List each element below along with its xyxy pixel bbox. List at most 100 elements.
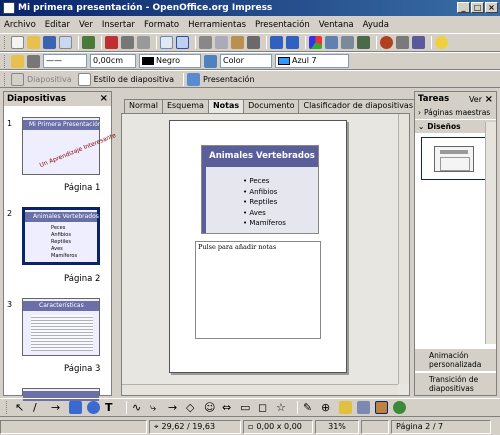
size-readout: ▫ 0,00 x 0,00 — [243, 419, 313, 434]
slide-title: Animales Vertebrados — [209, 151, 315, 161]
points-icon[interactable]: ✎ — [303, 401, 316, 414]
section-slide-transition[interactable]: Transición de diapositivas — [415, 372, 496, 395]
slide-design-button[interactable]: Estilo de diapositiva — [94, 75, 174, 84]
fill-color-select[interactable]: Azul 7 — [275, 54, 349, 68]
show-draw-functions-icon[interactable] — [341, 36, 354, 49]
section-layouts[interactable]: ⌄ Diseños — [415, 120, 496, 134]
copy-icon[interactable] — [215, 36, 228, 49]
block-arrows-icon[interactable]: ⇔ — [222, 401, 235, 414]
vertical-scrollbar[interactable] — [398, 114, 409, 384]
from-file-icon[interactable] — [357, 401, 370, 414]
flowchart-icon[interactable]: ▭ — [240, 401, 253, 414]
minimize-button[interactable]: _ — [457, 2, 470, 13]
navigator-icon[interactable] — [357, 36, 370, 49]
menu-editar[interactable]: Editar — [45, 20, 70, 30]
export-pdf-icon[interactable] — [105, 36, 118, 49]
close-icon[interactable]: × — [100, 93, 108, 104]
cut-icon[interactable] — [199, 36, 212, 49]
connector-icon[interactable]: ⤷ — [150, 401, 163, 414]
ellipse-icon[interactable] — [87, 401, 100, 414]
menu-ver[interactable]: Ver — [79, 20, 93, 30]
slide-preview[interactable]: Animales Vertebrados Peces Anfibios Rept… — [201, 145, 319, 234]
print-preview-icon[interactable] — [137, 36, 150, 49]
lines-arrows-icon[interactable]: → — [168, 401, 181, 414]
area-fill-icon[interactable] — [204, 54, 217, 68]
rectangle-icon[interactable] — [69, 401, 82, 414]
line-color-select[interactable]: Negro — [139, 54, 201, 68]
slide-thumbnail-3[interactable]: Características — [22, 298, 100, 356]
edit-file-icon[interactable] — [82, 36, 95, 49]
slide-thumbnail-2[interactable]: Animales Vertebrados Peces Anfibios Rept… — [22, 207, 100, 265]
tasks-scrollbar[interactable] — [485, 122, 496, 344]
slide-button[interactable]: Diapositiva — [27, 75, 72, 84]
chart-icon[interactable] — [309, 36, 322, 49]
slide-icon — [11, 72, 24, 86]
gallery-icon[interactable] — [396, 36, 409, 49]
print-icon[interactable] — [121, 36, 134, 49]
select-arrow-icon[interactable]: ↖ — [15, 401, 28, 414]
menu-ventana[interactable]: Ventana — [319, 20, 354, 30]
arrow-style-icon[interactable] — [27, 54, 40, 68]
open-folder-icon[interactable] — [27, 36, 40, 49]
menu-archivo[interactable]: Archivo — [4, 20, 36, 30]
fill-type-select[interactable]: Color — [220, 54, 272, 68]
line-style-select[interactable]: —— — [43, 54, 87, 68]
line-icon[interactable]: / — [33, 401, 46, 414]
curve-icon[interactable]: ∿ — [132, 401, 145, 414]
save-icon[interactable] — [43, 36, 56, 49]
view-menu[interactable]: Ver — [469, 95, 482, 104]
spellcheck-icon[interactable] — [160, 36, 173, 49]
presentation-button[interactable]: Presentación — [203, 75, 255, 84]
redo-icon[interactable] — [286, 36, 299, 49]
undo-icon[interactable] — [270, 36, 283, 49]
tab-normal[interactable]: Normal — [124, 99, 163, 113]
table-icon[interactable] — [325, 36, 338, 49]
close-button[interactable]: × — [485, 2, 498, 13]
layout-thumbnail[interactable] — [421, 137, 490, 180]
autospellcheck-icon[interactable] — [176, 36, 189, 49]
menu-insertar[interactable]: Insertar — [102, 20, 135, 30]
menu-presentacion[interactable]: Presentación — [255, 20, 310, 30]
slide-thumbnail-4[interactable] — [22, 388, 100, 401]
menu-ayuda[interactable]: Ayuda — [363, 20, 389, 30]
position-readout: ⌖ 29,62 / 19,63 — [149, 419, 241, 434]
zoom-readout[interactable]: 31% — [315, 419, 359, 434]
extrusion-icon[interactable] — [393, 401, 406, 414]
callouts-icon[interactable]: ◻ — [258, 401, 271, 414]
symbol-shapes-icon[interactable]: ☺ — [204, 401, 217, 414]
section-master-pages[interactable]: › Páginas maestras — [415, 106, 496, 120]
slide-bullets: Peces Anfibios Reptiles Aves Mamíferos — [243, 176, 286, 229]
gallery-toggle-icon[interactable] — [375, 401, 388, 414]
format-paintbrush-icon[interactable] — [247, 36, 260, 49]
presentation-icon — [187, 72, 201, 86]
maximize-button[interactable]: □ — [471, 2, 484, 13]
tab-documento[interactable]: Documento — [243, 99, 300, 113]
standard-toolbar — [0, 33, 500, 52]
new-document-icon[interactable] — [11, 36, 24, 49]
help-icon[interactable] — [435, 36, 448, 49]
slides-panel-header: Diapositivas × — [4, 92, 111, 106]
line-style-icon[interactable] — [11, 54, 24, 68]
text-icon[interactable]: T — [105, 401, 118, 414]
zoom-icon[interactable] — [412, 36, 425, 49]
notes-field[interactable]: Pulse para añadir notas — [195, 241, 321, 339]
tab-notas[interactable]: Notas — [207, 99, 245, 114]
arrow-line-icon[interactable]: → — [51, 401, 64, 414]
paste-icon[interactable] — [231, 36, 244, 49]
glue-points-icon[interactable]: ⊕ — [321, 401, 334, 414]
menu-herramientas[interactable]: Herramientas — [188, 20, 246, 30]
tab-clasificador[interactable]: Clasificador de diapositivas — [298, 99, 419, 113]
fontwork-icon[interactable] — [339, 401, 352, 414]
hyperlink-icon[interactable] — [380, 36, 393, 49]
slide-thumbnail-1[interactable]: Mi Primera Presentación Un Aprendizaje I… — [22, 117, 117, 175]
email-icon[interactable] — [59, 36, 72, 49]
basic-shapes-icon[interactable]: ◇ — [186, 401, 199, 414]
section-custom-animation[interactable]: Animación personalizada — [415, 348, 496, 371]
tab-esquema[interactable]: Esquema — [161, 99, 209, 113]
close-icon[interactable]: × — [485, 94, 493, 105]
stars-icon[interactable]: ☆ — [276, 401, 289, 414]
drawing-toolbar: ↖ / → T ∿ ⤷ → ◇ ☺ ⇔ ▭ ◻ ☆ ✎ ⊕ — [0, 398, 500, 417]
line-width-input[interactable]: 0,00cm — [90, 54, 136, 68]
menu-formato[interactable]: Formato — [144, 20, 179, 30]
horizontal-scrollbar[interactable] — [122, 384, 398, 395]
